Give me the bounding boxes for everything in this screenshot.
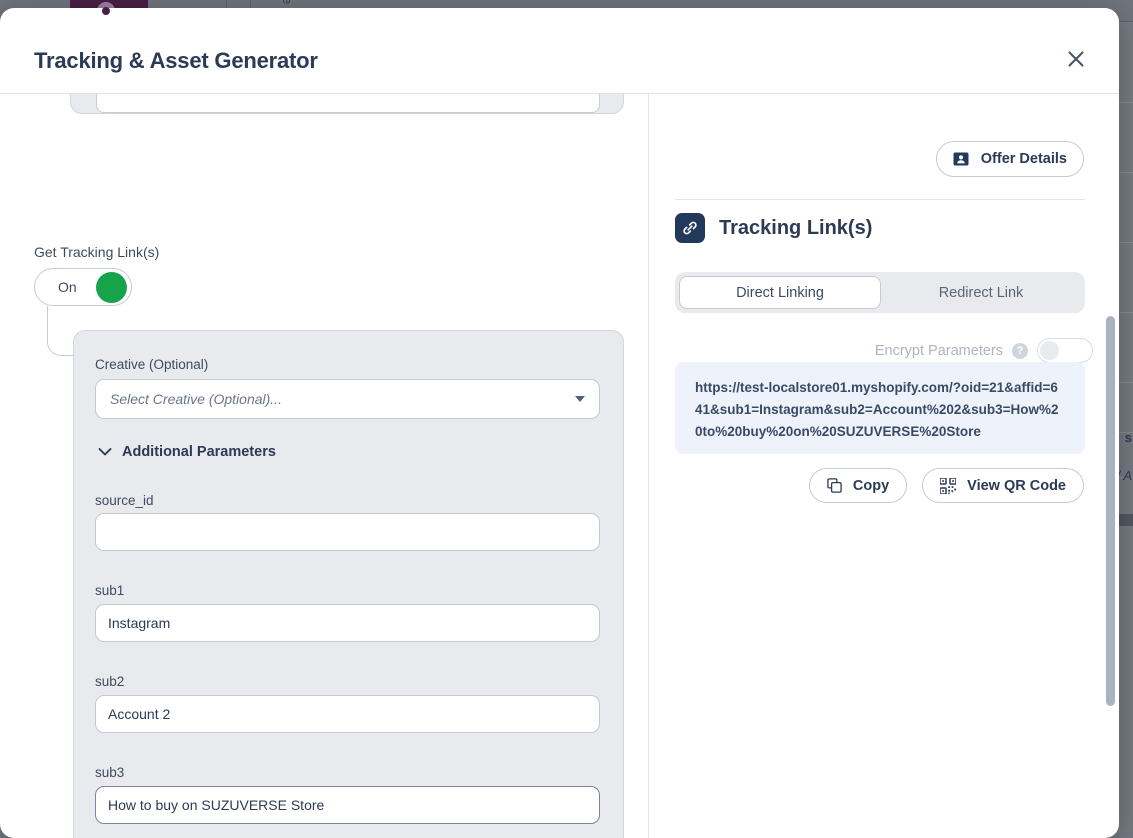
encrypt-parameters-label: Encrypt Parameters bbox=[875, 343, 1003, 359]
encrypt-parameters-row: Encrypt Parameters ? bbox=[875, 338, 1093, 363]
source-id-label: source_id bbox=[95, 493, 154, 508]
creative-select[interactable]: Select Creative (Optional)... bbox=[95, 379, 600, 419]
get-tracking-links-label: Get Tracking Link(s) bbox=[34, 244, 159, 260]
chevron-down-icon bbox=[98, 447, 112, 457]
link-chain-icon bbox=[675, 213, 705, 243]
offer-details-label: Offer Details bbox=[981, 151, 1067, 167]
sub3-label: sub3 bbox=[95, 765, 124, 780]
background-tab-glyph: e bbox=[280, 0, 295, 4]
section-divider bbox=[675, 199, 1085, 200]
tab-direct-linking[interactable]: Direct Linking bbox=[679, 276, 881, 309]
right-results-panel: Offer Details Tracking Link(s) Direct Li… bbox=[649, 94, 1119, 838]
view-qr-code-button[interactable]: View QR Code bbox=[922, 468, 1084, 503]
copy-button[interactable]: Copy bbox=[809, 468, 907, 503]
url-action-buttons: Copy bbox=[809, 468, 1084, 503]
copy-label: Copy bbox=[853, 478, 889, 494]
get-tracking-links-toggle[interactable]: On bbox=[34, 268, 132, 306]
additional-parameters-label: Additional Parameters bbox=[122, 444, 276, 460]
offer-details-button[interactable]: Offer Details bbox=[936, 141, 1084, 177]
toggle-knob bbox=[96, 272, 127, 303]
left-form-panel: Get Tracking Link(s) On Creative (Option… bbox=[0, 94, 648, 838]
tracking-asset-generator-modal: Tracking & Asset Generator Get Tracking … bbox=[0, 8, 1119, 838]
copy-icon bbox=[827, 478, 842, 493]
sub1-input[interactable] bbox=[95, 604, 600, 642]
source-id-input[interactable] bbox=[95, 513, 600, 551]
additional-parameters-toggle[interactable]: Additional Parameters bbox=[98, 444, 276, 460]
link-type-tabs: Direct Linking Redirect Link bbox=[675, 272, 1085, 313]
toggle-knob bbox=[1040, 341, 1059, 360]
tracking-links-header: Tracking Link(s) bbox=[675, 213, 872, 243]
previous-section-panel bbox=[70, 94, 624, 114]
question-mark-icon[interactable]: ? bbox=[1012, 343, 1028, 359]
sub3-input[interactable] bbox=[95, 786, 600, 824]
encrypt-parameters-toggle[interactable] bbox=[1037, 338, 1093, 363]
tracking-url-box: https://test-localstore01.myshopify.com/… bbox=[675, 362, 1085, 454]
page-title: Tracking & Asset Generator bbox=[34, 48, 318, 74]
qr-code-icon bbox=[940, 478, 956, 494]
sub2-input[interactable] bbox=[95, 695, 600, 733]
tab-redirect-link[interactable]: Redirect Link bbox=[881, 276, 1081, 309]
previous-section-input[interactable] bbox=[96, 94, 600, 113]
modal-scrollbar[interactable] bbox=[1106, 316, 1115, 706]
contact-card-icon bbox=[953, 152, 969, 166]
modal-header: Tracking & Asset Generator bbox=[0, 8, 1119, 94]
tracking-url-text[interactable]: https://test-localstore01.myshopify.com/… bbox=[695, 377, 1065, 443]
modal-body: Get Tracking Link(s) On Creative (Option… bbox=[0, 94, 1119, 838]
toggle-state-label: On bbox=[58, 279, 77, 295]
tracking-links-title: Tracking Link(s) bbox=[719, 217, 872, 240]
creative-label: Creative (Optional) bbox=[95, 357, 208, 372]
creative-placeholder-text: Select Creative (Optional)... bbox=[110, 391, 575, 407]
sub2-label: sub2 bbox=[95, 674, 124, 689]
tracking-parameters-panel: Creative (Optional) Select Creative (Opt… bbox=[73, 330, 624, 838]
background-text-fragment-1: s bbox=[1125, 430, 1132, 445]
chevron-down-icon bbox=[575, 396, 585, 402]
close-icon[interactable] bbox=[1059, 42, 1093, 76]
view-qr-code-label: View QR Code bbox=[967, 478, 1066, 494]
sub1-label: sub1 bbox=[95, 583, 124, 598]
